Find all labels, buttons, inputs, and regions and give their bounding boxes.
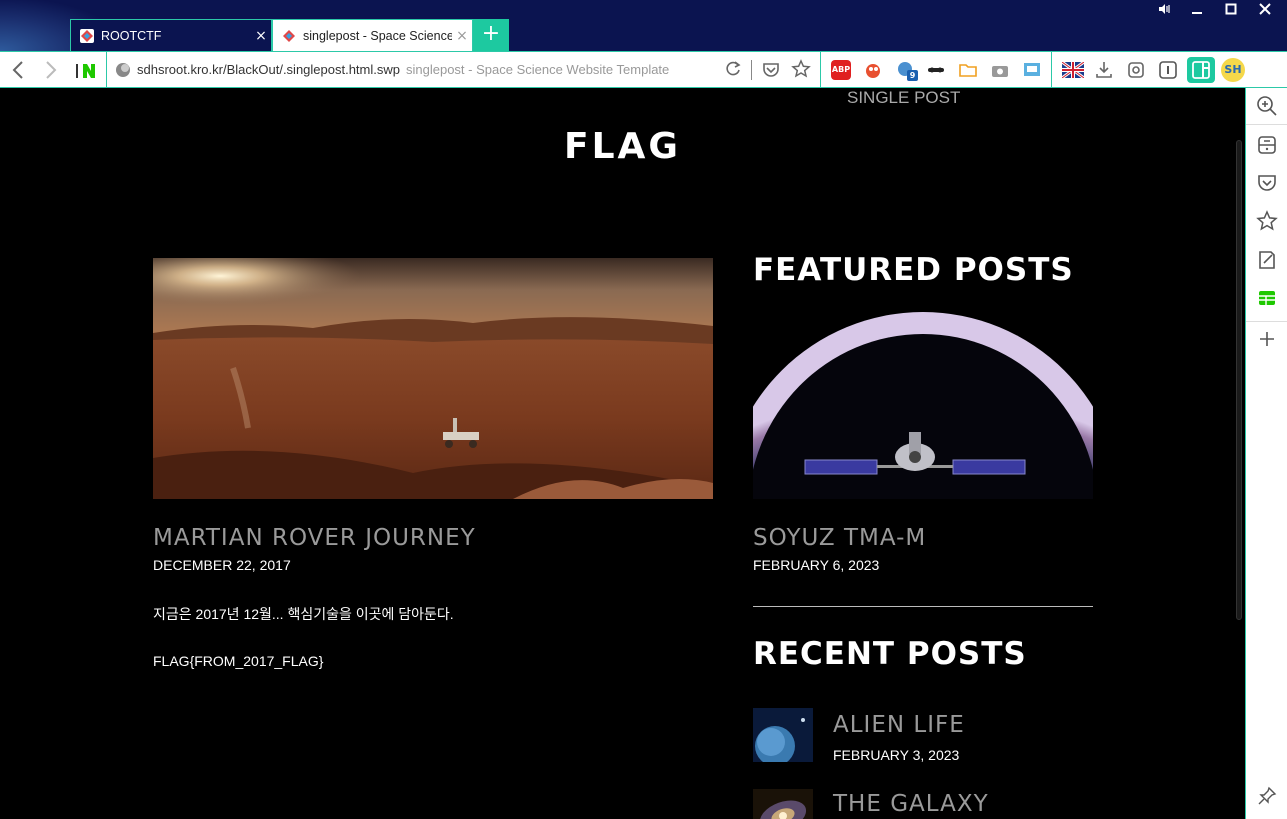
profile-avatar[interactable]: SH <box>1221 58 1245 82</box>
volume-icon[interactable] <box>1149 2 1179 20</box>
post-flag-text: FLAG{FROM_2017_FLAG} <box>153 653 324 669</box>
post-body-text: 지금은 2017년 12월... 핵심기술을 이곳에 담아둔다. <box>153 606 454 622</box>
sidebar-divider <box>1246 124 1287 125</box>
spreadsheet-icon[interactable] <box>1255 287 1279 311</box>
featured-posts-heading: FEATURED POSTS <box>753 252 1074 288</box>
recent-post-date: FEBRUARY 3, 2023 <box>833 747 960 763</box>
recent-post-thumbnail[interactable] <box>753 789 813 819</box>
recent-post-thumbnail[interactable] <box>753 708 813 762</box>
post-date: DECEMBER 22, 2017 <box>153 557 291 573</box>
breadcrumb: SINGLE POST <box>847 88 961 107</box>
calculator-icon[interactable] <box>1255 134 1279 158</box>
url-text: sdhsroot.kro.kr/BlackOut/.singlepost.htm… <box>137 62 400 77</box>
address-url[interactable]: sdhsroot.kro.kr/BlackOut/.singlepost.htm… <box>137 62 669 77</box>
extension-badge: 9 <box>907 70 918 81</box>
pocket-sidebar-icon[interactable] <box>1255 172 1279 196</box>
featured-post-image[interactable] <box>753 312 1093 499</box>
zoom-icon[interactable] <box>1255 95 1279 119</box>
web-page-content: SINGLE POST FLAG MARTIAN ROVER JOURNEY D… <box>0 88 1245 819</box>
reader-mode-icon[interactable] <box>1158 60 1178 80</box>
toolbar-divider <box>1051 52 1052 88</box>
tab-singlepost[interactable]: singlepost - Space Science × <box>272 19 473 51</box>
recent-post-title[interactable]: ALIEN LIFE <box>833 712 965 738</box>
close-window-icon[interactable] <box>1250 2 1280 20</box>
address-bar[interactable]: sdhsroot.kro.kr/BlackOut/.singlepost.htm… <box>106 52 821 88</box>
tab-label: ROOTCTF <box>101 28 162 43</box>
address-divider <box>751 60 752 80</box>
recent-post-title[interactable]: THE GALAXY <box>833 791 989 817</box>
browser-toolbar: sdhsroot.kro.kr/BlackOut/.singlepost.htm… <box>0 51 1287 88</box>
site-favicon-icon <box>283 29 295 42</box>
tab-close-icon[interactable]: × <box>251 28 271 44</box>
maximize-icon[interactable] <box>1216 2 1246 20</box>
pocket-icon[interactable] <box>761 60 781 84</box>
bookmark-star-icon[interactable] <box>791 59 811 83</box>
minimize-icon[interactable] <box>1182 2 1212 20</box>
extension-mascot-icon[interactable] <box>863 60 883 80</box>
tab-close-icon[interactable]: × <box>452 28 472 44</box>
page-title-hint: singlepost - Space Science Website Templ… <box>406 62 670 77</box>
download-icon[interactable] <box>1094 60 1114 80</box>
post-image-mars-rover[interactable] <box>153 258 713 499</box>
extension-globe-icon[interactable]: 9 <box>896 60 918 81</box>
capture-icon[interactable] <box>1126 60 1146 80</box>
add-panel-icon[interactable] <box>1255 328 1279 352</box>
tab-rootctf[interactable]: ROOTCTF × <box>70 19 272 51</box>
back-icon[interactable] <box>7 58 31 82</box>
memo-icon[interactable] <box>1255 249 1279 273</box>
sidebar-divider-line <box>753 606 1093 607</box>
post-title[interactable]: MARTIAN ROVER JOURNEY <box>153 525 476 551</box>
camera-icon[interactable] <box>990 60 1010 80</box>
featured-post-title[interactable]: SOYUZ TMA-M <box>753 525 926 551</box>
adblock-plus-icon[interactable]: ABP <box>831 60 851 80</box>
tab-label: singlepost - Space Science <box>303 28 452 43</box>
uk-flag-icon[interactable] <box>1061 60 1085 80</box>
new-tab-button[interactable]: + <box>473 19 509 51</box>
recent-posts-heading: RECENT POSTS <box>753 636 1027 672</box>
favorites-star-icon[interactable] <box>1255 210 1279 234</box>
reload-icon[interactable] <box>723 59 743 83</box>
site-favicon-icon <box>80 28 94 43</box>
forward-icon[interactable] <box>38 58 62 82</box>
sidebar-toggle-icon[interactable] <box>1187 57 1215 83</box>
screenshot-icon[interactable] <box>1022 60 1042 80</box>
pin-icon[interactable] <box>1255 785 1279 809</box>
sidebar-divider <box>1246 321 1287 322</box>
folder-icon[interactable] <box>958 60 978 80</box>
site-security-icon <box>116 63 130 77</box>
featured-post-date: FEBRUARY 6, 2023 <box>753 557 880 573</box>
browser-titlebar: ROOTCTF × singlepost - Space Science × + <box>0 0 1287 51</box>
browser-sidebar <box>1245 88 1287 819</box>
naver-home-icon[interactable] <box>76 58 100 82</box>
extension-spy-icon[interactable] <box>926 60 946 80</box>
page-title: FLAG <box>564 126 681 167</box>
page-scrollbar[interactable] <box>1236 140 1242 620</box>
